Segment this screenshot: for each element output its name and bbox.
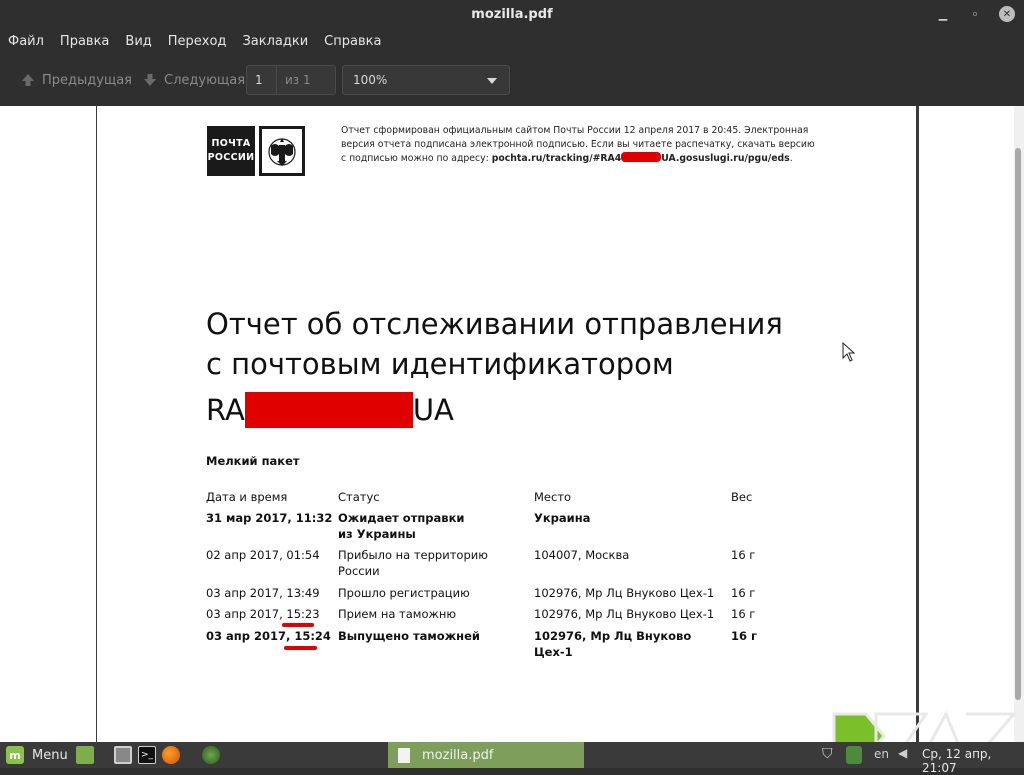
row-status-line2: России: [338, 564, 380, 578]
keyboard-layout-indicator[interactable]: en: [874, 747, 889, 761]
url-redaction: [621, 152, 662, 162]
chevron-down-icon: [487, 78, 497, 84]
row-status-line2: из Украины: [338, 527, 416, 541]
minimize-icon[interactable]: ▁: [932, 3, 954, 25]
row-date: 03 апр 2017, 15:24: [206, 629, 331, 643]
row-status-line1: Прибыло на территорию: [338, 548, 488, 562]
row-status: Выпущено таможней: [338, 629, 480, 643]
tracking-number: RA UA: [206, 392, 454, 428]
page-number-box: 1 из 1: [246, 65, 336, 95]
document-viewport[interactable]: ПОЧТА РОССИИ Отчет сформирован официальн…: [0, 106, 1024, 742]
header-status: Статус: [338, 490, 380, 504]
volume-icon[interactable]: ◀: [898, 746, 912, 764]
header-date: Дата и время: [206, 490, 288, 504]
window-title: mozilla.pdf: [471, 6, 553, 22]
arrow-down-icon: [144, 74, 156, 86]
taskbar-window-mozilla[interactable]: mozilla.pdf: [388, 742, 584, 768]
close-icon[interactable]: ✕: [996, 3, 1018, 25]
notice-period: .: [789, 153, 793, 164]
row-date: 03 апр 2017, 13:49: [206, 586, 320, 600]
row-status: Прошло регистрацию: [338, 586, 470, 600]
e-signature-notice: Отчет сформирован официальным сайтом Поч…: [341, 124, 821, 166]
header-weight: Вес: [731, 490, 753, 504]
row-status: Прием на таможню: [338, 607, 457, 621]
notice-url-end: UA.gosuslugi.ru/pgu/eds: [661, 153, 790, 164]
row-weight: 16 г: [731, 586, 756, 600]
report-title-line2: с почтовым идентификатором: [206, 347, 674, 381]
page-edge-left: [96, 106, 97, 742]
parcel-type: Мелкий пакет: [206, 454, 300, 468]
notice-url[interactable]: pochta.ru/tracking/#RA4 UA.gosuslugi.ru/p…: [491, 152, 790, 164]
row-place: 104007, Москва: [534, 548, 630, 562]
logo-line2: РОССИИ: [207, 152, 255, 163]
network-globe-icon[interactable]: [202, 746, 220, 764]
next-page-button[interactable]: Следующая: [138, 65, 249, 95]
shield-icon[interactable]: ⛉: [822, 746, 838, 764]
highlight-underline: [284, 646, 317, 650]
menubar: Файл Правка Вид Переход Закладки Справка: [0, 28, 1024, 54]
logo-wordmark: ПОЧТА РОССИИ: [207, 126, 255, 176]
row-place: Украина: [534, 511, 591, 525]
eagle-emblem-icon: [259, 126, 305, 176]
report-title-line1: Отчет об отслеживании отправления: [206, 307, 783, 341]
report-title: Отчет об отслеживании отправления с почт…: [206, 304, 826, 384]
start-menu-label: Menu: [32, 747, 68, 763]
row-place: 102976, Мр Лц Внуково Цех-1: [534, 607, 715, 621]
logo-line1: ПОЧТА: [211, 138, 251, 149]
file-manager-icon[interactable]: [114, 746, 132, 764]
maximize-icon[interactable]: ◦: [964, 3, 986, 25]
mouse-pointer-icon: [842, 342, 856, 362]
window-titlebar: mozilla.pdf ▁ ◦ ✕: [0, 0, 1024, 28]
row-status: Ожидает отправки из Украины: [338, 510, 528, 542]
row-weight: 16 г: [731, 607, 756, 621]
firefox-icon[interactable]: [162, 746, 180, 764]
row-place: 102976, Мр Лц Внуково Цех-1: [534, 629, 692, 659]
menu-bookmarks[interactable]: Закладки: [242, 34, 316, 49]
highlight-underline: [282, 623, 314, 627]
mint-logo-icon: m: [6, 746, 24, 764]
window-controls: ▁ ◦ ✕: [932, 0, 1018, 28]
scrollbar-thumb[interactable]: [1015, 148, 1021, 700]
menu-help[interactable]: Справка: [324, 34, 389, 49]
header-place: Место: [534, 490, 572, 504]
row-status: Прибыло на территорию России: [338, 547, 528, 579]
zoom-select[interactable]: 100%: [342, 65, 510, 95]
previous-page-button[interactable]: Предыдущая: [16, 65, 136, 95]
russian-post-logo: ПОЧТА РОССИИ: [207, 126, 305, 176]
menu-edit[interactable]: Правка: [60, 34, 117, 49]
row-date: 02 апр 2017, 01:54: [206, 548, 320, 562]
arrow-up-icon: [22, 74, 34, 86]
menu-view[interactable]: Вид: [125, 34, 159, 49]
taskbar: m Menu >_ mozilla.pdf ⛉ en ◀ Ср, 12 апр,…: [0, 742, 1024, 775]
document-icon: [398, 747, 410, 763]
row-date: 31 мар 2017, 11:32: [206, 511, 333, 525]
row-status-line1: Ожидает отправки: [338, 511, 465, 525]
row-date: 03 апр 2017, 15:23: [206, 607, 320, 621]
update-manager-icon[interactable]: [846, 746, 862, 764]
next-page-label: Следующая: [164, 72, 246, 88]
page-number-input[interactable]: 1: [247, 66, 277, 94]
toolbar: Предыдущая Следующая 1 из 1 100%: [0, 54, 1024, 106]
page-edge-right: [916, 106, 919, 742]
menu-file[interactable]: Файл: [8, 34, 52, 49]
previous-page-label: Предыдущая: [42, 72, 132, 88]
taskbar-window-label: mozilla.pdf: [422, 747, 494, 763]
row-place: 102976, Мр Лц Внуково Цех-1: [534, 586, 715, 600]
clock[interactable]: Ср, 12 апр, 21:07: [922, 747, 1024, 775]
start-menu-button[interactable]: m Menu: [6, 745, 68, 765]
row-weight: 16 г: [731, 548, 756, 562]
zoom-value: 100%: [353, 73, 388, 87]
row-weight: 16 г: [731, 629, 758, 643]
tracking-suffix: UA: [412, 393, 454, 427]
terminal-icon[interactable]: >_: [138, 746, 156, 764]
tracking-prefix: RA: [206, 393, 245, 427]
menu-go[interactable]: Переход: [168, 34, 235, 49]
page-count-label: из 1: [285, 73, 311, 87]
show-desktop-icon[interactable]: [76, 746, 94, 764]
tracking-redaction: [244, 392, 413, 428]
notice-url-start: pochta.ru/tracking/#RA4: [491, 153, 622, 164]
